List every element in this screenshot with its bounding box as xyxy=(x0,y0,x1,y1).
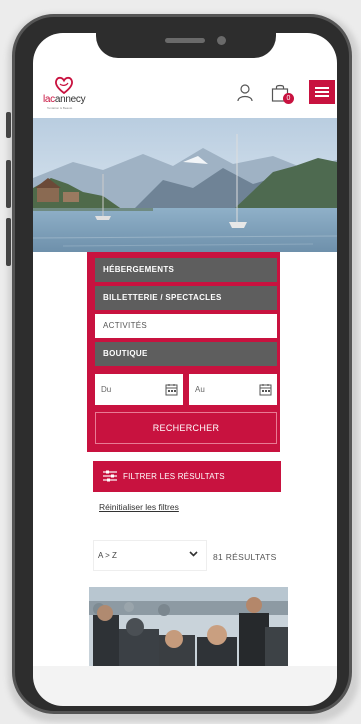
calendar-icon[interactable] xyxy=(259,383,272,396)
category-billetterie[interactable]: BILLETTERIE / SPECTACLES xyxy=(95,286,277,310)
phone-screen: lacannecy Tentation & Beauté 0 HÉBERGEME… xyxy=(33,64,337,704)
sort-selected-value: A > Z xyxy=(98,551,117,560)
date-from-placeholder: Du xyxy=(101,385,112,394)
activity-card-photo[interactable] xyxy=(89,587,288,667)
cart-count-badge: 0 xyxy=(283,93,294,104)
search-panel: HÉBERGEMENTS BILLETTERIE / SPECTACLES AC… xyxy=(87,252,280,452)
lake-landscape-illustration xyxy=(33,118,337,252)
search-button[interactable]: RECHERCHER xyxy=(95,412,277,444)
date-from-field[interactable]: Du xyxy=(95,374,183,405)
filter-results-label: FILTRER LES RÉSULTATS xyxy=(123,472,225,481)
chevron-down-icon xyxy=(189,551,198,557)
results-count: 81 RÉSULTATS xyxy=(213,552,277,562)
sort-select[interactable]: A > Z xyxy=(93,540,207,571)
calendar-icon[interactable] xyxy=(165,383,178,396)
screen-bottom-area xyxy=(33,666,337,706)
sliders-icon xyxy=(103,470,117,482)
phone-side-button xyxy=(6,112,11,138)
hamburger-menu-icon[interactable] xyxy=(309,80,335,104)
phone-camera xyxy=(217,36,226,45)
logo-tagline: Tentation & Beauté xyxy=(47,106,73,110)
reset-filters-link[interactable]: Réinitialiser les filtres xyxy=(99,502,179,512)
site-header: lacannecy Tentation & Beauté 0 xyxy=(33,64,337,118)
phone-volume-up xyxy=(6,160,11,208)
site-logo[interactable]: lacannecy Tentation & Beauté xyxy=(43,76,103,116)
logo-word-annecy: annecy xyxy=(54,94,86,105)
date-to-placeholder: Au xyxy=(195,385,205,394)
category-boutique[interactable]: BOUTIQUE xyxy=(95,342,277,366)
phone-volume-down xyxy=(6,218,11,266)
filter-results-button[interactable]: FILTRER LES RÉSULTATS xyxy=(93,461,281,492)
divers-photo-illustration xyxy=(89,587,288,667)
logo-wordmark: lacannecy xyxy=(43,94,86,105)
date-to-field[interactable]: Au xyxy=(189,374,277,405)
hero-lake-image xyxy=(33,118,337,252)
category-activites[interactable]: ACTIVITÉS xyxy=(95,314,277,338)
user-icon[interactable] xyxy=(237,84,253,102)
phone-speaker xyxy=(165,38,205,43)
category-hebergements[interactable]: HÉBERGEMENTS xyxy=(95,258,277,282)
heart-logo-icon xyxy=(55,76,73,94)
logo-word-lac: lac xyxy=(43,94,55,105)
